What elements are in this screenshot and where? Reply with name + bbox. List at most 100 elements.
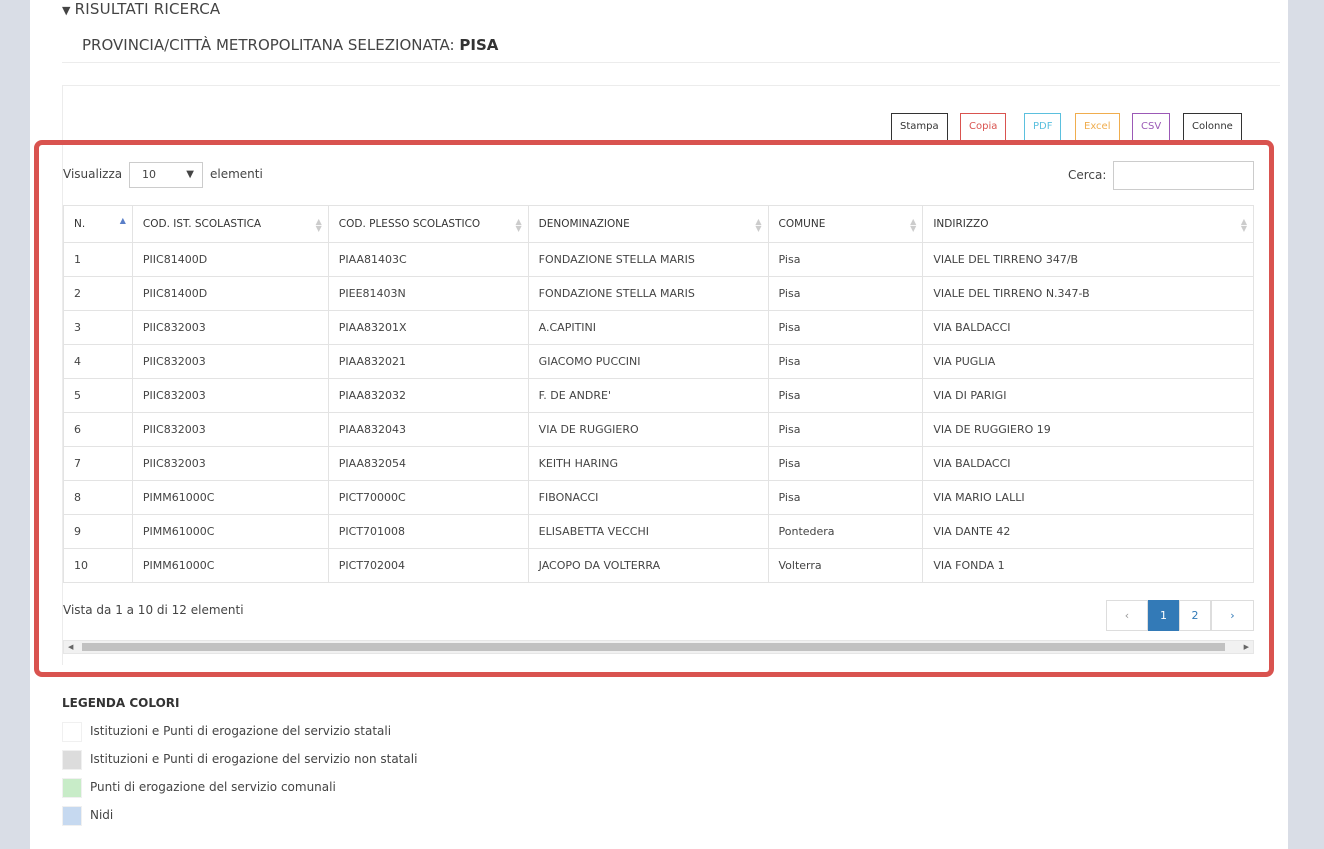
table-cell: Pontedera	[768, 514, 924, 549]
pagination-page-2[interactable]: 2	[1179, 600, 1211, 631]
table-cell: 9	[63, 514, 133, 549]
results-table: N. ▲ COD. IST. SCOLASTICA ▲ ▼ COD. PLESSO SCO…	[63, 205, 1254, 583]
table-cell: VIA MARIO LALLI	[922, 480, 1254, 515]
table-cell: PIAA832032	[328, 378, 529, 413]
scroll-right-icon[interactable]: ▶	[1244, 641, 1249, 653]
table-row: 1 PIIC81400D PIAA81403C FONDAZIONE STELLA M…	[63, 242, 1254, 277]
table-cell: 6	[63, 412, 133, 447]
table-cell: PIIC832003	[132, 412, 329, 447]
table-cell: F. DE ANDRE'	[528, 378, 769, 413]
table-cell: PIAA81403C	[328, 242, 529, 277]
elements-label: elementi	[210, 167, 263, 181]
table-cell: Pisa	[768, 276, 924, 311]
divider	[62, 62, 1280, 63]
table-header-row: N. ▲ COD. IST. SCOLASTICA ▲ ▼ COD. PLESSO SCO…	[63, 205, 1254, 243]
table-cell: Pisa	[768, 310, 924, 345]
filter-icon: ▼	[62, 4, 71, 17]
table-cell: PIAA832054	[328, 446, 529, 481]
table-row: 7 PIIC832003 PIAA832054 KEITH HARING Pisa VIA…	[63, 446, 1254, 481]
column-header[interactable]: INDIRIZZO ▲ ▼	[922, 205, 1254, 243]
table-cell: FIBONACCI	[528, 480, 769, 515]
table-cell: 2	[63, 276, 133, 311]
table-row: 5 PIIC832003 PIAA832032 F. DE ANDRE' Pisa VIA…	[63, 378, 1254, 413]
sort-icon: ▲ ▼	[315, 217, 322, 233]
column-header-label: N.	[74, 218, 86, 230]
sort-icon: ▲ ▼	[910, 217, 917, 233]
table-cell: ELISABETTA VECCHI	[528, 514, 769, 549]
legend-swatch	[62, 806, 82, 826]
selected-province: PROVINCIA/CITTÀ METROPOLITANA SELEZIONAT…	[82, 36, 498, 54]
page-length-value: 10	[142, 168, 156, 181]
table-cell: 3	[63, 310, 133, 345]
column-header[interactable]: COD. PLESSO SCOLASTICO ▲ ▼	[328, 205, 529, 243]
table-cell: PIIC832003	[132, 378, 329, 413]
column-header[interactable]: DENOMINAZIONE ▲ ▼	[528, 205, 769, 243]
legend-label: Nidi	[90, 808, 114, 822]
table-cell: VIA PUGLIA	[922, 344, 1254, 379]
table-cell: PIMM61000C	[132, 514, 329, 549]
table-cell: Pisa	[768, 480, 924, 515]
table-cell: VIALE DEL TIRRENO N.347-B	[922, 276, 1254, 311]
column-header-label: INDIRIZZO	[933, 218, 989, 230]
table-row: 10 PIMM61000C PICT702004 JACOPO DA VOLTERRA…	[63, 548, 1254, 583]
table-cell: GIACOMO PUCCINI	[528, 344, 769, 379]
scroll-left-icon[interactable]: ◀	[68, 641, 73, 653]
sort-asc-icon: ▲	[119, 216, 126, 225]
table-cell: 5	[63, 378, 133, 413]
table-cell: PIIC832003	[132, 344, 329, 379]
chevron-down-icon: ▼	[186, 169, 194, 180]
column-header-label: COD. PLESSO SCOLASTICO	[338, 218, 481, 230]
table-cell: VIA BALDACCI	[922, 310, 1254, 345]
horizontal-scrollbar[interactable]: ◀ ▶	[63, 640, 1254, 654]
table-cell: FONDAZIONE STELLA MARIS	[528, 242, 769, 277]
column-header[interactable]: N. ▲	[63, 205, 133, 243]
table-row: 2 PIIC81400D PIEE81403N FONDAZIONE STELLA M…	[63, 276, 1254, 311]
print-button[interactable]: Stampa	[891, 113, 948, 141]
results-title: RISULTATI RICERCA	[74, 0, 221, 18]
search-input[interactable]	[1113, 161, 1254, 190]
legend-label: Punti di erogazione del servizio comunal…	[90, 780, 336, 794]
column-header-label: COMUNE	[778, 218, 826, 230]
table-cell: Pisa	[768, 446, 924, 481]
pagination-next-button[interactable]: ›	[1211, 600, 1254, 631]
table-cell: PIAA83201X	[328, 310, 529, 345]
table-cell: PIIC832003	[132, 310, 329, 345]
table-cell: VIALE DEL TIRRENO 347/B	[922, 242, 1254, 277]
table-cell: PIMM61000C	[132, 480, 329, 515]
table-cell: KEITH HARING	[528, 446, 769, 481]
pdf-button[interactable]: PDF	[1024, 113, 1062, 141]
sort-icon: ▲ ▼	[1240, 217, 1247, 233]
pagination-page-1[interactable]: 1	[1148, 600, 1179, 631]
column-header[interactable]: COD. IST. SCOLASTICA ▲ ▼	[132, 205, 329, 243]
results-heading: ▼ RISULTATI RICERCA	[62, 0, 220, 18]
copy-button[interactable]: Copia	[960, 113, 1007, 141]
page-length-select[interactable]: 10 ▼	[129, 162, 203, 188]
columns-button[interactable]: Colonne	[1183, 113, 1242, 141]
table-row: 9 PIMM61000C PICT701008 ELISABETTA VECCHI Po…	[63, 514, 1254, 549]
excel-button[interactable]: Excel	[1075, 113, 1120, 141]
table-cell: Pisa	[768, 378, 924, 413]
table-row: 6 PIIC832003 PIAA832043 VIA DE RUGGIERO Pisa…	[63, 412, 1254, 447]
legend-label: Istituzioni e Punti di erogazione del se…	[90, 724, 392, 738]
table-cell: Pisa	[768, 344, 924, 379]
csv-button[interactable]: CSV	[1132, 113, 1171, 141]
pagination-prev-button[interactable]: ‹	[1106, 600, 1148, 631]
table-cell: PICT702004	[328, 548, 529, 583]
table-cell: JACOPO DA VOLTERRA	[528, 548, 769, 583]
table-cell: VIA DI PARIGI	[922, 378, 1254, 413]
table-cell: PIIC81400D	[132, 276, 329, 311]
legend-swatch	[62, 750, 82, 770]
column-header[interactable]: COMUNE ▲ ▼	[768, 205, 924, 243]
province-value: PISA	[459, 36, 499, 54]
table-cell: VIA FONDA 1	[922, 548, 1254, 583]
column-header-label: DENOMINAZIONE	[538, 218, 630, 230]
table-cell: FONDAZIONE STELLA MARIS	[528, 276, 769, 311]
table-cell: 10	[63, 548, 133, 583]
table-row: 8 PIMM61000C PICT70000C FIBONACCI Pisa VIA MA…	[63, 480, 1254, 515]
table-cell: Pisa	[768, 412, 924, 447]
table-cell: VIA DE RUGGIERO	[528, 412, 769, 447]
table-cell: PIMM61000C	[132, 548, 329, 583]
table-cell: 7	[63, 446, 133, 481]
scroll-thumb[interactable]	[82, 643, 1225, 651]
table-cell: PIEE81403N	[328, 276, 529, 311]
